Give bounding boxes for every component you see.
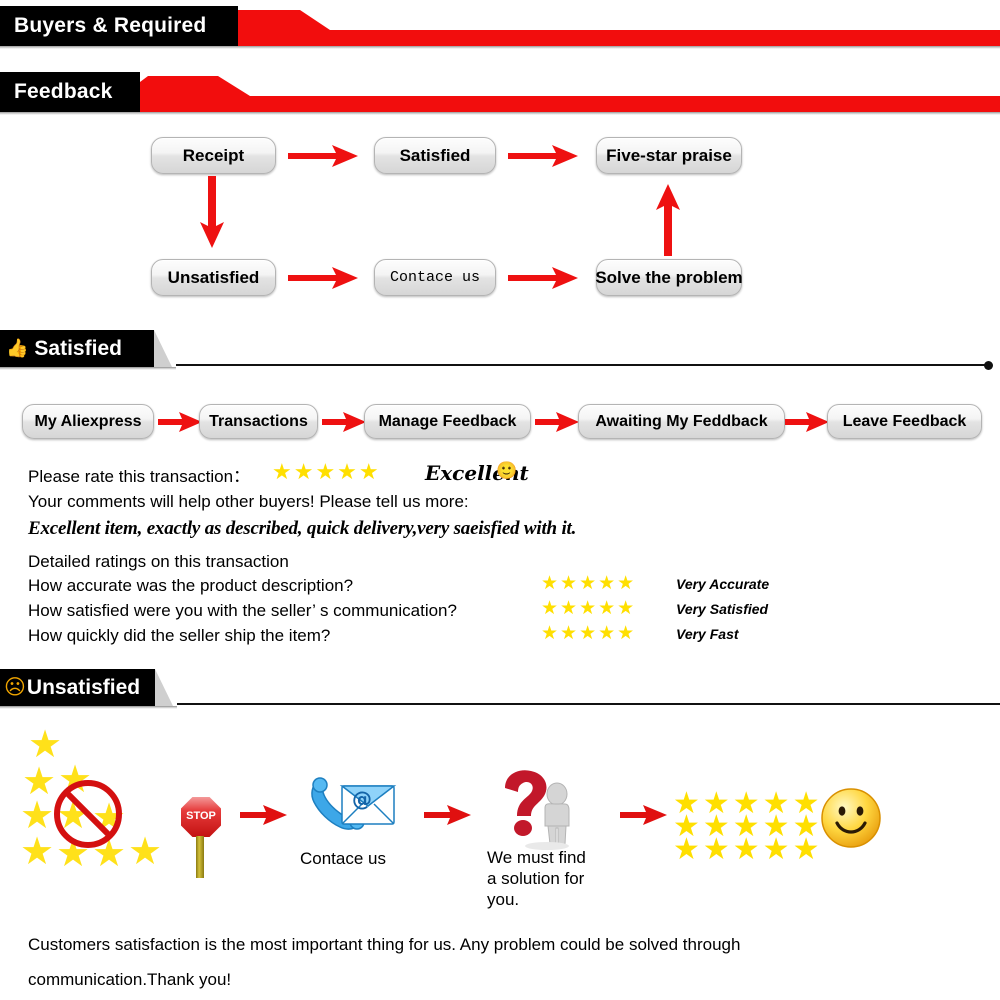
section-header-satisfied: 👍 Satisfied [0,330,154,367]
contact-us-caption: Contace us [300,849,386,868]
solution-caption: We must find a solution for you. [487,847,617,910]
solution-caption-line: you. [487,890,520,909]
star-glyph: ★ [20,829,55,873]
flow-node-label: Contace us [389,269,480,286]
step-leave-feedback[interactable]: Leave Feedback [827,404,982,439]
banner-underline [0,46,1000,49]
section-rule-satisfied [176,364,988,366]
arrow-contact-to-solution [424,805,471,825]
section-rule-unsatisfied [177,703,1000,705]
flow-node-label: Unsatisfied [167,267,260,287]
thumbs-up-icon: 👍 [6,337,29,359]
banner-title: Feedback [14,80,113,103]
step-transactions[interactable]: Transactions [199,404,318,439]
step-label: Leave Feedback [842,412,967,430]
smiley-face-icon [821,788,881,848]
section-header-label: Unsatisfied [26,675,141,699]
prohibition-sign-icon [54,780,122,848]
star-glyph: ★ [128,829,163,873]
footer-line-1: Customers satisfaction is the most impor… [28,935,741,954]
banner-title-box: Feedback [0,72,140,112]
solution-caption-line: We must find [487,848,586,867]
buyer-comment-text: Excellent item, exactly as described, qu… [28,518,577,539]
flow-node-satisfied[interactable]: Satisfied [374,137,496,174]
detailed-rating-question: How accurate was the product description… [28,576,354,595]
arrow-step-3-4 [535,412,579,432]
detailed-rating-stars: ★★★★★ [541,622,637,644]
rate-transaction-stars: ★★★★★ [272,460,381,485]
detailed-rating-question: How quickly did the seller ship the item… [28,626,331,645]
stop-sign-label: STOP [186,810,216,822]
step-awaiting-my-feedback[interactable]: Awaiting My Feddback [578,404,785,439]
section-header-unsatisfied: ☹ Unsatisfied [0,669,155,706]
step-label: My Aliexpress [34,412,142,430]
detailed-rating-question: How satisfied were you with the seller’ … [28,601,457,620]
step-label: Transactions [209,412,308,430]
detailed-rating-stars: ★★★★★ [541,572,637,594]
arrow-stop-to-contact [240,805,287,825]
footer-line-2: communication.Thank you! [28,970,232,989]
detailed-rating-stars: ★★★★★ [541,597,637,619]
arrow-receipt-to-unsatisfied [200,176,224,248]
stop-sign-pole [196,836,204,878]
arrow-step-2-3 [322,412,366,432]
solution-caption-line: a solution for [487,869,585,888]
step-label: Manage Feedback [378,412,517,430]
flow-node-label: Five-star praise [606,145,732,165]
smiley-face-icon-small: 🙂 [496,461,518,481]
step-my-aliexpress[interactable]: My Aliexpress [22,404,154,439]
banner-feedback: Feedback [0,72,1000,118]
banner-title: Buyers & Required [14,14,207,37]
flow-node-contact-us[interactable]: Contace us [374,259,496,296]
detailed-rating-verdict: Very Satisfied [676,601,769,617]
banner-underline [0,112,1000,115]
flow-node-label: Solve the problem [595,267,743,287]
comments-prompt: Your comments will help other buyers! Pl… [28,492,469,511]
section-underline-unsatisfied [0,706,177,709]
section-header-wedge [154,330,172,367]
detailed-rating-verdict: Very Fast [676,626,739,642]
arrow-solution-to-five-star [620,805,667,825]
step-manage-feedback[interactable]: Manage Feedback [364,404,531,439]
arrow-receipt-to-satisfied [288,145,358,167]
arrow-satisfied-to-five-star [508,145,578,167]
section-header-label: Satisfied [34,336,122,360]
flow-node-five-star-praise[interactable]: Five-star praise [596,137,742,174]
star-glyph: ★ [28,722,63,766]
arrow-step-4-5 [785,412,829,432]
detailed-rating-verdict: Very Accurate [676,576,770,592]
detailed-ratings-heading: Detailed ratings on this transaction [28,552,289,571]
arrow-unsatisfied-to-contact [288,267,358,289]
section-underline-satisfied [0,367,176,370]
svg-text:@: @ [352,787,372,811]
question-person-shape [505,770,570,850]
section-header-wedge [155,669,173,706]
flow-node-receipt[interactable]: Receipt [151,137,276,174]
flow-node-label: Satisfied [399,145,471,165]
star-grid-row: ★★★★★ [673,832,823,867]
section-rule-end-dot [984,361,993,370]
banner-title-box: Buyers & Required [0,6,238,46]
step-label: Awaiting My Feddback [595,412,768,430]
arrow-solve-to-five-star [656,184,680,256]
arrow-step-1-2 [158,412,202,432]
frowning-face-icon: ☹ [4,675,26,699]
flow-node-solve-problem[interactable]: Solve the problem [595,259,743,296]
flow-node-label: Receipt [182,145,245,165]
phone-email-shape: @ [311,777,397,830]
arrow-contact-to-solve [508,267,578,289]
flow-node-unsatisfied[interactable]: Unsatisfied [151,259,276,296]
banner-buyers-required: Buyers & Required [0,6,1000,52]
rate-transaction-label: Please rate this transaction： [28,467,251,486]
